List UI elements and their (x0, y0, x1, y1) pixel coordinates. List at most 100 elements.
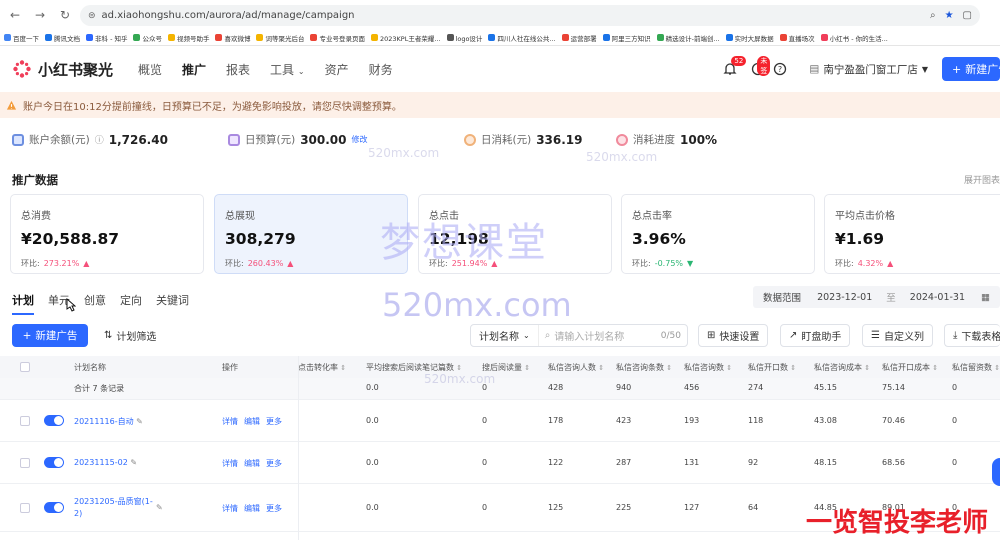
plan-name-link[interactable]: 20211116-自动 ✎ (74, 416, 143, 427)
bookmark-item[interactable]: 四川人社在线公共... (488, 33, 556, 43)
expand-chart-link[interactable]: 展开图表 (964, 173, 1000, 186)
metric-card-total-spend[interactable]: 总消费 ¥20,588.87 环比: 273.21% ▲ (10, 194, 204, 274)
bookmark-item[interactable]: 百度一下 (4, 33, 39, 43)
download-table-button[interactable]: ⤓ 下载表格 (944, 324, 1000, 347)
search-input[interactable]: ⌕ 请输入计划名称 (545, 328, 625, 343)
edit-budget-link[interactable]: 修改 (352, 134, 368, 145)
bookmark-item[interactable]: 腾讯文档 (45, 33, 80, 43)
edit-link[interactable]: 编辑 (244, 458, 260, 469)
bookmark-item[interactable]: 小红书 - 你的生活... (820, 33, 888, 43)
metric-card-ctr[interactable]: 总点击率 3.96% 环比: -0.75% ▼ (621, 194, 815, 274)
notice-indicator[interactable]: 未签 (751, 56, 771, 76)
edit-pencil-icon[interactable]: ✎ (136, 417, 143, 426)
bookmark-item[interactable]: 词等聚光后台 (256, 33, 304, 43)
search-field-select[interactable]: 计划名称 ⌄ (471, 325, 539, 346)
floating-action-button[interactable] (992, 458, 1000, 486)
detail-link[interactable]: 详情 (222, 458, 238, 469)
back-icon[interactable]: ← (8, 8, 22, 22)
help-icon[interactable]: ? (773, 62, 787, 76)
bookmark-item[interactable]: 2023KPL王者荣耀... (370, 33, 441, 43)
status-toggle[interactable] (44, 415, 64, 426)
zoom-icon[interactable]: ⌕ (930, 10, 936, 21)
column-avg-notes-read[interactable]: 平均搜索后阅读笔记篇数 ⇕ (366, 362, 472, 373)
quick-settings-button[interactable]: ⊞ 快速设置 (698, 324, 769, 347)
metric-card-clicks[interactable]: 总点击 12,198 环比: 251.94% ▲ (418, 194, 612, 274)
edit-pencil-icon[interactable]: ✎ (156, 503, 163, 512)
custom-columns-button[interactable]: ☰ 自定义列 (862, 324, 933, 347)
bookmark-item[interactable]: 视频号助手 (167, 33, 210, 43)
column-dm-cost[interactable]: 私信咨询成本 ⇕ (814, 362, 876, 373)
more-link[interactable]: 更多 (266, 416, 282, 427)
forward-icon[interactable]: → (33, 8, 47, 22)
column-leads[interactable]: 私信留资数 ⇕ (952, 362, 1000, 373)
menu-item-assets[interactable]: 资产 (325, 61, 349, 78)
menu-item-tools[interactable]: 工具 ⌄ (270, 61, 305, 78)
column-dm-open[interactable]: 私信开口数 ⇕ (748, 362, 804, 373)
new-ad-button[interactable]: + 新建广告 (12, 324, 88, 347)
date-end[interactable]: 2024-01-31 (910, 292, 965, 303)
more-link[interactable]: 更多 (266, 503, 282, 514)
status-toggle[interactable] (44, 502, 64, 513)
select-all-checkbox[interactable] (20, 362, 30, 372)
table-total-row: 合计 7 条记录 0.0 0 428 940 456 274 45.15 75.… (0, 378, 1000, 400)
menu-item-reports[interactable]: 报表 (226, 61, 250, 78)
date-range-picker[interactable]: 数据范围 2023-12-01 至 2024-01-31 ▦ (753, 286, 1000, 308)
info-icon[interactable]: ⓘ (95, 133, 104, 146)
column-dm-open-cost[interactable]: 私信开口成本 ⇕ (882, 362, 944, 373)
bookmark-label: 视频号助手 (176, 34, 210, 43)
bookmark-item[interactable]: 实时大屏数据 (725, 33, 774, 43)
plan-name-link[interactable]: 20231205-品质窗(1-2) (74, 496, 154, 520)
metric-card-impressions[interactable]: 总展现 308,279 环比: 260.43% ▲ (214, 194, 408, 274)
tab-creative[interactable]: 创意 (84, 292, 106, 315)
bookmark-item[interactable]: 公众号 (133, 33, 162, 43)
status-toggle[interactable] (44, 457, 64, 468)
bookmark-item[interactable]: 喜欢微博 (215, 33, 250, 43)
column-dm-messages[interactable]: 私信咨询条数 ⇕ (616, 362, 678, 373)
column-dm-count[interactable]: 私信咨询数 ⇕ (684, 362, 740, 373)
brand-logo[interactable]: 小红书聚光 (12, 59, 124, 80)
compare-value: 273.21% (43, 259, 80, 268)
edit-link[interactable]: 编辑 (244, 416, 260, 427)
bookmark-item[interactable]: 非科 - 知乎 (86, 33, 127, 43)
bookmark-item[interactable]: 专业号登录页面 (310, 33, 365, 43)
edit-link[interactable]: 编辑 (244, 503, 260, 514)
address-bar[interactable]: ⊜ ad.xiaohongshu.com/aurora/ad/manage/ca… (80, 5, 980, 26)
detail-link[interactable]: 详情 (222, 416, 238, 427)
compare-value: 251.94% (451, 259, 488, 268)
bookmark-item[interactable]: logo设计 (446, 33, 482, 43)
bookmark-item[interactable]: 精选设计-前端创... (656, 33, 720, 43)
shop-selector[interactable]: ▤ 南宁盈盈门窗工厂店 ▼ (809, 62, 928, 77)
reload-icon[interactable]: ↻ (58, 8, 72, 22)
date-start[interactable]: 2023-12-01 (817, 292, 872, 303)
row-checkbox[interactable] (20, 416, 30, 426)
bookmark-item[interactable]: 运营部署 (561, 33, 597, 43)
tab-keywords[interactable]: 关键词 (156, 292, 189, 315)
extensions-icon[interactable]: ▢ (963, 10, 972, 21)
menu-item-finance[interactable]: 财务 (369, 61, 393, 78)
notification-bell[interactable]: 52 (723, 56, 747, 76)
column-plan-name[interactable]: 计划名称 (74, 362, 106, 373)
metric-card-cpc[interactable]: 平均点击价格 ¥1.69 环比: 4.32% ▲ (824, 194, 1000, 274)
table-cell: 70.46 (882, 416, 905, 425)
menu-item-overview[interactable]: 概览 (138, 61, 162, 78)
plan-name-link[interactable]: 20231115-02 ✎ (74, 458, 137, 467)
edit-pencil-icon[interactable]: ✎ (130, 458, 137, 467)
bookmark-item[interactable]: 阿里三方知识 (602, 33, 651, 43)
row-checkbox[interactable] (20, 503, 30, 513)
column-search-reads[interactable]: 搜后阅读量 ⇕ (482, 362, 538, 373)
column-dm-people[interactable]: 私信咨询人数 ⇕ (548, 362, 610, 373)
menu-item-promotion[interactable]: 推广 (182, 61, 206, 78)
bookmark-star-icon[interactable]: ★ (945, 10, 954, 21)
new-ad-top-button[interactable]: + 新建广告 (942, 57, 1000, 81)
review-assistant-button[interactable]: ↗ 盯盘助手 (780, 324, 851, 347)
site-info-icon[interactable]: ⊜ (88, 11, 96, 21)
row-checkbox[interactable] (20, 458, 30, 468)
column-click-conversion[interactable]: 点击转化率 ⇕ (298, 362, 350, 373)
more-link[interactable]: 更多 (266, 458, 282, 469)
tab-plan[interactable]: 计划 (12, 292, 34, 315)
plan-filter-button[interactable]: ⇅ 计划筛选 (96, 324, 165, 347)
url-text[interactable]: ad.xiaohongshu.com/aurora/ad/manage/camp… (102, 10, 355, 21)
tab-targeting[interactable]: 定向 (120, 292, 142, 315)
bookmark-item[interactable]: 直播场次 (779, 33, 815, 43)
detail-link[interactable]: 详情 (222, 503, 238, 514)
